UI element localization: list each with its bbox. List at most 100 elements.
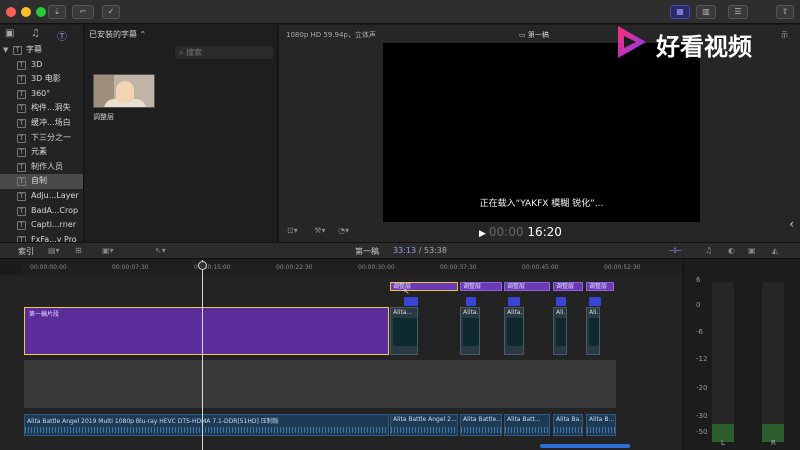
sidebar-item[interactable]: T BadA...Crop xyxy=(0,204,83,219)
title-category-icon: T xyxy=(17,221,26,231)
library-view-button[interactable]: ▦ xyxy=(670,5,690,19)
select-tool-icon[interactable]: ↖▾ xyxy=(155,246,166,255)
sidebar-item[interactable]: T 缓冲...场白 xyxy=(0,116,83,131)
title-clip[interactable]: 调整层 xyxy=(553,282,583,291)
sidebar-item[interactable]: T 3D 电影 xyxy=(0,72,83,87)
playhead-handle[interactable] xyxy=(198,261,207,270)
marker[interactable] xyxy=(466,297,476,306)
audio-waveform xyxy=(25,427,388,433)
sidebar-item[interactable]: T 自制 xyxy=(0,174,83,189)
speed-icon[interactable]: ◔▾ xyxy=(338,226,349,235)
headphones-icon[interactable]: ♫ xyxy=(705,246,712,255)
photos-tab-icon[interactable]: ▣ xyxy=(5,28,14,39)
sidebar-item[interactable]: T FxFa...y Pro xyxy=(0,233,83,242)
zoom-icon[interactable]: ▣ xyxy=(748,246,756,255)
title-category-icon: T xyxy=(17,206,26,216)
meter-scale-label: -50 xyxy=(696,428,708,436)
sidebar-item-label: FxFa...y Pro xyxy=(31,234,77,242)
video-clip[interactable]: Alita... xyxy=(390,307,418,355)
sidebar-item-label: Capti...rner xyxy=(31,220,76,230)
sidebar-item[interactable]: T 元素 xyxy=(0,145,83,160)
video-clip[interactable]: Ali... xyxy=(553,307,567,355)
meter-channel-label: L xyxy=(721,439,725,447)
play-logo-icon xyxy=(618,26,646,58)
sidebar-item[interactable]: T Adju...Layer xyxy=(0,189,83,204)
video-clip-name: Ali... xyxy=(589,309,599,316)
sidebar-item-label: 制作人员 xyxy=(31,161,63,171)
gap-clip[interactable] xyxy=(24,360,616,408)
sidebar-item[interactable]: T 制作人员 xyxy=(0,160,83,175)
title-category-icon: T xyxy=(17,177,26,187)
title-clip[interactable]: 调整层 xyxy=(390,282,458,291)
compound-clip[interactable]: 第一稿片段 xyxy=(24,307,389,355)
play-icon[interactable]: ▶ xyxy=(479,229,486,239)
snapping-icon[interactable]: ⊣⊢ xyxy=(668,246,682,255)
sidebar-item-label: 下三分之一 xyxy=(31,132,71,142)
title-category-icon: T xyxy=(17,148,26,158)
effects-browser-icon[interactable]: ◭ xyxy=(772,246,778,255)
minimize-window-button[interactable] xyxy=(21,7,31,17)
marker[interactable] xyxy=(589,297,601,306)
inspector-toggle-button[interactable]: ☰ xyxy=(728,5,748,19)
keyword-button[interactable]: ⌐ xyxy=(72,5,94,19)
close-window-button[interactable] xyxy=(6,7,16,17)
transform-icon[interactable]: ⊡▾ xyxy=(287,226,298,235)
title-category-icon: T xyxy=(17,162,26,172)
music-tab-icon[interactable]: ♫ xyxy=(31,28,40,39)
audio-clip[interactable]: Alita Battle... xyxy=(460,414,502,436)
sidebar-tabs: ▣ ♫ Ⓣ xyxy=(0,25,83,43)
video-clip[interactable]: Ali... xyxy=(586,307,600,355)
timeline-toolbar: 索引 ▤▾ ⊞ ▣▾ ↖▾ 第一稿 33:13 / 53:38 ⊣⊢ ♫ ◐ ▣… xyxy=(0,242,800,259)
search-icon: ⌕ xyxy=(179,48,187,57)
compound-clip-name: 第一稿片段 xyxy=(29,311,60,318)
import-button[interactable]: ⇣ xyxy=(48,5,66,19)
audio-clip[interactable]: Alita B... xyxy=(586,414,616,436)
clip-appearance-icon[interactable]: ▤▾ xyxy=(48,246,60,255)
audio-waveform xyxy=(391,427,457,433)
title-category-icon: T xyxy=(17,89,26,99)
chevron-left-icon[interactable]: ‹ xyxy=(789,217,794,231)
titles-tab-icon[interactable]: Ⓣ xyxy=(57,28,67,43)
sidebar-item-titles[interactable]: ▼ T 字幕 xyxy=(0,43,83,58)
audio-clip[interactable]: Alita Battle Angel 2... xyxy=(390,414,458,436)
sidebar-item[interactable]: T 360° xyxy=(0,87,83,102)
audio-clip[interactable]: Alita Battle Angel 2019 Multi 1080p Blu-… xyxy=(24,414,389,436)
disclosure-triangle-icon[interactable]: ▼ xyxy=(3,43,8,58)
browser-title[interactable]: 已安装的字幕 ⌃ xyxy=(89,29,146,40)
sidebar-item[interactable]: T Capti...rner xyxy=(0,218,83,233)
timecode-display[interactable]: 16:20 xyxy=(527,225,562,239)
marker[interactable] xyxy=(508,297,520,306)
clip-filmstrip-frame xyxy=(393,318,417,346)
video-canvas[interactable]: 正在载入“YAKFX 模糊 锐化”... xyxy=(383,43,700,222)
timeline-ruler[interactable]: 00:00:00:00 00:00:07:30 00:00:15:00 00:00:2… xyxy=(22,260,682,275)
timeline-view-button[interactable]: ▥ xyxy=(696,5,716,19)
index-button[interactable]: 索引 xyxy=(18,246,34,257)
ruler-tick-label: 00:00:30:00 xyxy=(358,264,395,271)
video-clip[interactable]: Alita... xyxy=(504,307,524,355)
sidebar-item[interactable]: T 下三分之一 xyxy=(0,131,83,146)
title-thumbnail[interactable] xyxy=(93,74,155,108)
effects-icon[interactable]: ⚒▾ xyxy=(314,226,325,235)
viewer-settings-label[interactable]: 示 xyxy=(781,30,788,40)
title-clip[interactable]: 调整层 xyxy=(586,282,614,291)
video-clip-name: Ali... xyxy=(556,309,566,316)
sidebar-item[interactable]: T 构件...洞失 xyxy=(0,101,83,116)
insert-icon[interactable]: ⊞ xyxy=(75,246,82,255)
timeline-scrollbar[interactable] xyxy=(540,444,630,448)
sidebar-item[interactable]: T 3D xyxy=(0,58,83,73)
audio-clip[interactable]: Alita Ba... xyxy=(553,414,583,436)
marker[interactable] xyxy=(556,297,566,306)
title-clip[interactable]: 调整层 xyxy=(504,282,550,291)
marker[interactable] xyxy=(404,297,418,306)
overwrite-icon[interactable]: ▣▾ xyxy=(102,246,114,255)
share-button[interactable]: ⇧ xyxy=(776,5,794,19)
audio-clip[interactable]: Alita Batt... xyxy=(504,414,550,436)
video-clip[interactable]: Alita... xyxy=(460,307,480,355)
playhead[interactable] xyxy=(202,260,203,450)
title-clip[interactable]: 调整层 xyxy=(460,282,502,291)
search-input[interactable]: ⌕ 搜索 xyxy=(175,46,273,59)
solo-icon[interactable]: ◐ xyxy=(728,246,735,255)
thumbnail-label: 调整层 xyxy=(93,113,114,121)
background-tasks-button[interactable]: ✓ xyxy=(102,5,120,19)
zoom-window-button[interactable] xyxy=(36,7,46,17)
